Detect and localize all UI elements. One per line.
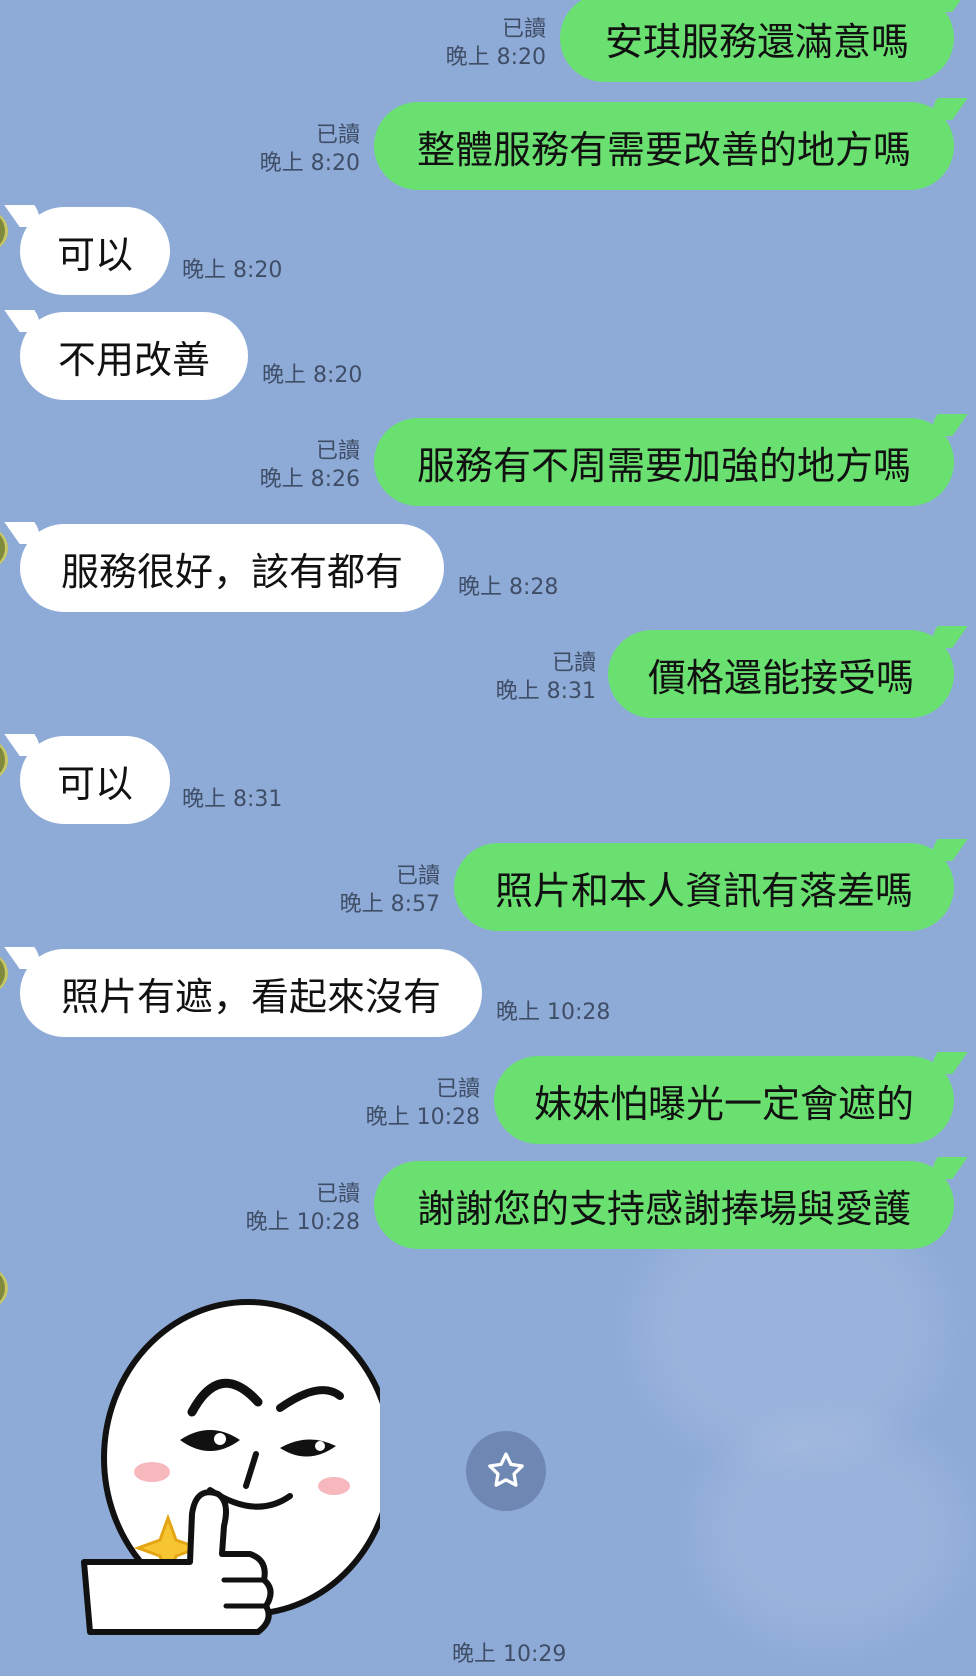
message-bubble[interactable]: 照片和本人資訊有落差嗎 (454, 843, 954, 931)
star-icon (488, 1452, 524, 1487)
message-bubble[interactable]: 服務很好，該有都有 (20, 524, 444, 612)
message-text: 可以 (56, 761, 133, 806)
message-text: 可以 (56, 232, 133, 277)
read-receipt: 已讀 (315, 123, 360, 148)
message-bubble[interactable]: 妹妹怕曝光一定會遮的 (494, 1056, 954, 1144)
message-time: 晚上 10:28 (496, 1000, 611, 1025)
message-meta: 已讀 晚上 10:28 (366, 1076, 480, 1132)
read-receipt: 已讀 (551, 651, 596, 676)
message-time: 晚上 8:28 (458, 575, 559, 600)
message-text: 安琪服務還滿意嗎 (604, 19, 909, 64)
avatar[interactable] (0, 740, 8, 780)
message-meta: 已讀 晚上 8:31 (496, 650, 596, 706)
message-time: 晚上 8:31 (182, 787, 283, 812)
message-text: 照片有遮，看起來沒有 (60, 974, 441, 1019)
message-bubble[interactable]: 服務有不周需要加強的地方嗎 (374, 418, 954, 506)
message-bubble[interactable]: 價格還能接受嗎 (608, 630, 954, 718)
message-meta: 已讀 晚上 8:26 (260, 438, 360, 494)
message-bubble[interactable]: 照片有遮，看起來沒有 (20, 949, 482, 1037)
message-text: 價格還能接受嗎 (647, 655, 914, 700)
message-time: 晚上 8:57 (339, 892, 440, 917)
message-time: 晚上 8:20 (259, 151, 360, 176)
message-text: 服務有不周需要加強的地方嗎 (416, 443, 911, 488)
message-time: 晚上 8:20 (262, 363, 363, 388)
message-text: 整體服務有需要改善的地方嗎 (416, 127, 911, 172)
message-time: 晚上 10:28 (365, 1105, 480, 1130)
read-receipt: 已讀 (501, 17, 546, 42)
message-time: 晚上 8:20 (182, 258, 283, 283)
avatar[interactable] (0, 211, 8, 251)
message-meta: 已讀 晚上 8:57 (340, 863, 440, 919)
message-text: 不用改善 (57, 337, 210, 382)
message-text: 妹妹怕曝光一定會遮的 (533, 1081, 914, 1126)
avatar[interactable] (0, 528, 8, 568)
message-time: 晚上 10:29 (452, 1642, 567, 1667)
message-bubble[interactable]: 可以 (20, 207, 170, 295)
favorite-sticker-button[interactable] (466, 1431, 546, 1511)
message-meta: 已讀 晚上 10:28 (246, 1181, 360, 1237)
message-time: 晚上 8:26 (259, 467, 360, 492)
message-bubble[interactable]: 可以 (20, 736, 170, 824)
message-text: 服務很好，該有都有 (60, 549, 403, 594)
message-bubble[interactable]: 安琪服務還滿意嗎 (560, 0, 954, 82)
message-time: 晚上 8:20 (445, 45, 546, 70)
message-bubble[interactable]: 不用改善 (20, 312, 248, 400)
message-text: 謝謝您的支持感謝捧場與愛護 (416, 1186, 911, 1231)
avatar[interactable] (0, 953, 8, 993)
read-receipt: 已讀 (435, 1077, 480, 1102)
read-receipt: 已讀 (315, 439, 360, 464)
message-meta: 已讀 晚上 8:20 (260, 122, 360, 178)
read-receipt: 已讀 (395, 864, 440, 889)
message-bubble[interactable]: 整體服務有需要改善的地方嗎 (374, 102, 954, 190)
thumbs-up-moon-sticker[interactable] (80, 1290, 380, 1640)
read-receipt: 已讀 (315, 1182, 360, 1207)
message-text: 照片和本人資訊有落差嗎 (494, 868, 913, 913)
avatar[interactable] (0, 1268, 8, 1308)
message-time: 晚上 8:31 (495, 679, 596, 704)
message-bubble[interactable]: 謝謝您的支持感謝捧場與愛護 (374, 1161, 954, 1249)
message-time: 晚上 10:28 (245, 1210, 360, 1235)
message-meta: 已讀 晚上 8:20 (446, 16, 546, 72)
